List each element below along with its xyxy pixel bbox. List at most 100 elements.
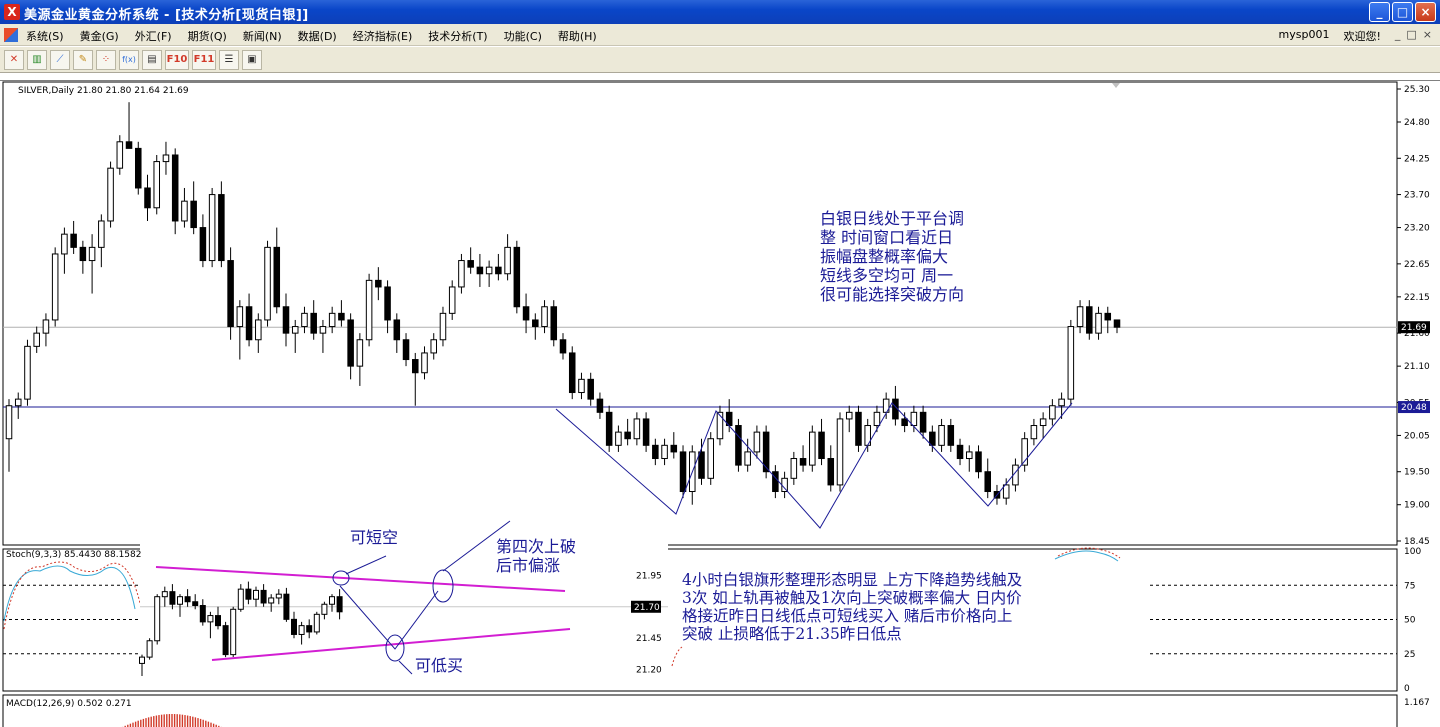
formula-icon[interactable]: f(x) <box>119 50 139 70</box>
menu-economic[interactable]: 经济指标(E) <box>353 28 413 44</box>
candle-body <box>596 398 604 413</box>
f10-icon[interactable]: F10 <box>165 50 189 70</box>
line-chart-icon[interactable]: ⟋ <box>50 50 70 70</box>
window-icon[interactable]: ▣ <box>242 50 262 70</box>
candle-body <box>61 233 68 255</box>
stoch-header: Stoch(9,3,3) 85.4430 88.1582 <box>6 550 142 560</box>
breakout-line: 后市偏涨 <box>496 556 561 575</box>
toolbar: ✕ ▥ ⟋ ✎ ⁘ f(x) ▤ F10 F11 ☰ ▣ <box>0 47 1440 73</box>
candle-body <box>467 260 474 268</box>
candle-body <box>855 411 862 446</box>
candle-body <box>1113 319 1121 328</box>
candle-body <box>642 418 650 446</box>
candle-body <box>365 279 373 341</box>
price-axis-label: 19.00 <box>1404 501 1430 511</box>
candle-body <box>605 411 613 446</box>
breakout-line: 第四次上破 <box>496 537 577 556</box>
close-chart-icon[interactable]: ✕ <box>4 50 24 70</box>
chart-window[interactable]: 25.30 24.80 24.25 23.70 23.20 22.65 22.15 21.60… <box>0 80 1440 727</box>
inset-candle-body <box>230 608 237 656</box>
inset-candle-body <box>268 597 275 604</box>
candle-body <box>975 451 982 473</box>
candle-body <box>107 167 114 222</box>
candle-body <box>956 444 964 460</box>
menu-bar: 系统(S) 黄金(G) 外汇(F) 期货(Q) 新闻(N) 数据(D) 经济指标… <box>0 24 1440 46</box>
short-label: 可短空 <box>350 528 399 547</box>
close-button[interactable]: × <box>1415 2 1436 22</box>
mdi-restore-button[interactable]: □ <box>1406 28 1416 44</box>
menu-help[interactable]: 帮助(H) <box>558 28 597 44</box>
candle-body <box>1002 484 1010 499</box>
inset-candle-body <box>260 589 267 604</box>
menu-technical[interactable]: 技术分析(T) <box>428 28 487 44</box>
minimize-button[interactable]: _ <box>1369 2 1390 22</box>
inset-background <box>140 541 668 689</box>
inset-candle-body <box>161 591 168 598</box>
candle-body <box>836 418 844 486</box>
symbol-header: SILVER,Daily 21.80 21.80 21.64 21.69 <box>18 86 189 96</box>
menu-forex[interactable]: 外汇(F) <box>135 28 172 44</box>
print-icon[interactable]: ▤ <box>142 50 162 70</box>
draw-icon[interactable]: ✎ <box>73 50 93 70</box>
stoch-axis-label: 0 <box>1404 684 1410 694</box>
inset-candle-body <box>253 589 259 600</box>
note-line: 突破 止损略低于21.35昨日低点 <box>682 625 902 643</box>
menu-system[interactable]: 系统(S) <box>26 28 64 44</box>
candle-body <box>255 319 262 341</box>
inset-axis-label: 21.45 <box>636 634 662 644</box>
mdi-window-icon[interactable] <box>4 28 18 42</box>
mdi-minimize-button[interactable]: _ <box>1395 28 1401 44</box>
menu-news[interactable]: 新闻(N) <box>243 28 282 44</box>
candle-body <box>965 451 973 460</box>
candle-body <box>236 306 244 328</box>
bar-chart-icon[interactable]: ▥ <box>27 50 47 70</box>
username: mysp001 <box>1278 28 1330 41</box>
candle-body <box>568 352 576 394</box>
menu-right: mysp001 欢迎您! _ □ × <box>1279 28 1432 44</box>
candle-body <box>125 141 133 149</box>
candle-body <box>910 411 918 427</box>
restore-button[interactable]: □ <box>1392 2 1413 22</box>
candle-body <box>134 147 142 189</box>
inset-candle-body <box>154 596 161 642</box>
f11-icon[interactable]: F11 <box>192 50 216 70</box>
candle-body <box>504 246 511 275</box>
title-bar: X 美源金业黄金分析系统 - [技术分析[现货白银]] _ □ × <box>0 0 1440 24</box>
candle-body <box>421 352 428 374</box>
candle-body <box>14 398 22 407</box>
menu-futures[interactable]: 期货(Q) <box>188 28 227 44</box>
menu-data[interactable]: 数据(D) <box>298 28 337 44</box>
candle-body <box>532 319 539 328</box>
candle-body <box>781 477 788 493</box>
candle-body <box>51 253 59 321</box>
grid-icon[interactable]: ⁘ <box>96 50 116 70</box>
breakout-label: 第四次上破 后市偏涨 <box>496 537 576 575</box>
price-axis-label: 22.15 <box>1404 293 1430 303</box>
candle-body <box>716 411 724 440</box>
candle-body <box>919 411 927 433</box>
menu-gold[interactable]: 黄金(G) <box>80 28 119 44</box>
inset-price-label: 21.70 <box>634 603 660 613</box>
shift-marker-icon <box>1112 83 1120 88</box>
candle-body <box>1095 312 1102 334</box>
menu-functions[interactable]: 功能(C) <box>504 28 542 44</box>
stoch-main-line-right <box>1054 550 1119 562</box>
candle-body <box>698 451 705 479</box>
candle-body <box>208 194 216 262</box>
candle-body <box>929 431 936 446</box>
candle-body <box>458 260 465 288</box>
note-line: 很可能选择突破方向 <box>820 285 965 304</box>
inset-candle-body <box>321 603 328 615</box>
candle-body <box>652 444 659 460</box>
inset-candle-body <box>146 640 153 658</box>
candle-body <box>707 438 715 479</box>
list-icon[interactable]: ☰ <box>219 50 239 70</box>
candle-body <box>264 246 271 321</box>
candle-body <box>88 246 96 262</box>
mdi-close-button[interactable]: × <box>1423 28 1432 44</box>
candle-body <box>559 339 567 354</box>
candle-body <box>199 227 207 262</box>
mdi-controls: _ □ × <box>1395 28 1432 44</box>
candle-body <box>301 312 308 328</box>
candle-body <box>1076 306 1084 328</box>
